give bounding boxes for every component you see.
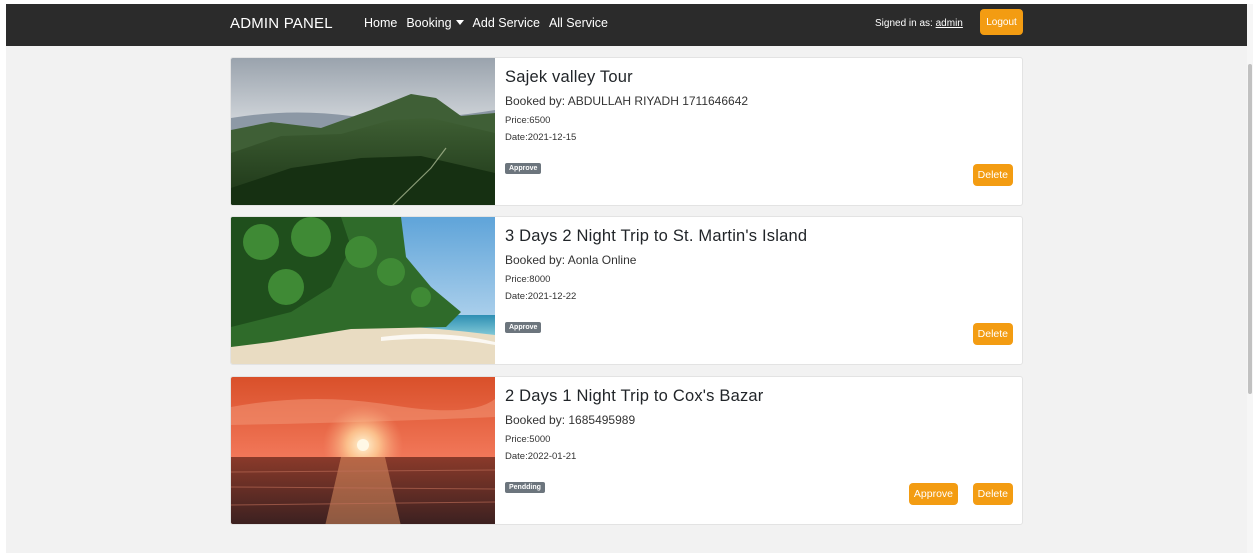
scrollbar[interactable]	[1247, 4, 1253, 553]
card-body: Sajek valley Tour Booked by: ABDULLAH RI…	[505, 68, 1022, 205]
nav-link-add-service[interactable]: Add Service	[473, 16, 540, 30]
date: Date:2021-12-22	[505, 291, 577, 302]
username-link[interactable]: admin	[936, 18, 963, 29]
price: Price:5000	[505, 434, 551, 445]
signed-in-status: Signed in as: admin	[875, 18, 963, 29]
nav-dropdown-booking[interactable]: Booking	[406, 16, 464, 30]
delete-button[interactable]: Delete	[972, 323, 1013, 345]
booking-card: 3 Days 2 Night Trip to St. Martin's Isla…	[230, 216, 1023, 365]
date: Date:2022-01-21	[505, 451, 577, 462]
logout-button[interactable]: Logout	[980, 9, 1023, 35]
card-body: 3 Days 2 Night Trip to St. Martin's Isla…	[505, 227, 1022, 364]
nav-links: Home Booking Add Service All Service	[364, 16, 617, 30]
booking-card: Sajek valley Tour Booked by: ABDULLAH RI…	[230, 57, 1023, 206]
tour-title: Sajek valley Tour	[505, 68, 633, 86]
tour-image-mountain	[231, 58, 495, 205]
delete-button[interactable]: Delete	[972, 483, 1013, 505]
booked-by: Booked by: 1685495989	[505, 413, 636, 427]
tour-image-beach	[231, 217, 495, 364]
approve-button[interactable]: Approve	[908, 483, 958, 505]
nav-link-all-service[interactable]: All Service	[549, 16, 608, 30]
nav-link-home[interactable]: Home	[364, 16, 397, 30]
price: Price:8000	[505, 274, 551, 285]
navbar: ADMIN PANEL Home Booking Add Service All…	[6, 4, 1247, 46]
delete-button[interactable]: Delete	[972, 164, 1013, 186]
scrollbar-thumb[interactable]	[1248, 64, 1252, 394]
tour-title: 3 Days 2 Night Trip to St. Martin's Isla…	[505, 227, 808, 245]
caret-down-icon	[455, 20, 464, 25]
status-badge: Approve	[505, 322, 542, 333]
booked-by: Booked by: ABDULLAH RIYADH 1711646642	[505, 94, 749, 108]
status-badge: Approve	[505, 163, 542, 174]
tour-image-sunset	[231, 377, 495, 524]
card-body: 2 Days 1 Night Trip to Cox's Bazar Booke…	[505, 387, 1022, 524]
brand-logo[interactable]: ADMIN PANEL	[230, 15, 333, 32]
price: Price:6500	[505, 115, 551, 126]
date: Date:2021-12-15	[505, 132, 577, 143]
tour-title: 2 Days 1 Night Trip to Cox's Bazar	[505, 387, 764, 405]
nav-link-booking-label: Booking	[406, 16, 452, 30]
booking-card: 2 Days 1 Night Trip to Cox's Bazar Booke…	[230, 376, 1023, 525]
signed-in-prefix: Signed in as:	[875, 18, 933, 29]
booked-by: Booked by: Aonla Online	[505, 253, 637, 267]
status-badge: Pendding	[505, 482, 545, 493]
